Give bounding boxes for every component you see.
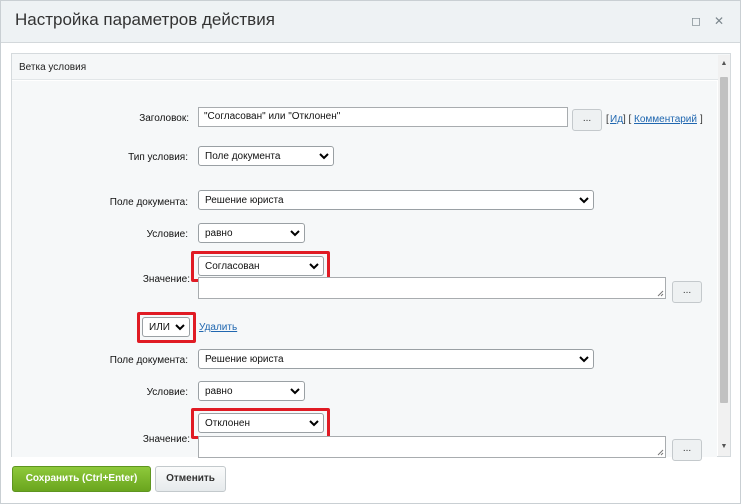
condition2-value-label: Значение: [142, 434, 190, 445]
cancel-button[interactable]: Отменить [155, 466, 226, 492]
chevron-down-icon [319, 153, 329, 160]
action-settings-dialog: Настройка параметров действия ◻ ✕ Ветка … [0, 0, 741, 504]
section-header: Ветка условия [12, 54, 730, 80]
links-close-bracket: ] [700, 114, 703, 125]
dialog-titlebar: Настройка параметров действия ◻ ✕ [1, 1, 740, 43]
delete-condition-link[interactable]: Удалить [199, 322, 237, 333]
condition1-value-select[interactable]: Согласован [198, 256, 324, 276]
condition1-value-value: Согласован [205, 261, 260, 272]
section-title: Ветка условия [19, 62, 87, 73]
title-dots-button[interactable]: ... [572, 109, 602, 131]
links-mid-bracket: ] [ [623, 114, 632, 125]
condition1-operator-select[interactable]: равно [198, 223, 305, 243]
scrollbar-thumb[interactable] [720, 77, 728, 403]
condition1-dots-button[interactable]: ... [672, 281, 702, 303]
condition2-field-label: Поле документа: [109, 355, 188, 366]
condition1-value-textarea[interactable] [198, 277, 666, 299]
dialog-title: Настройка параметров действия [15, 10, 275, 29]
condition2-dots-button[interactable]: ... [672, 439, 702, 461]
condition1-value-label: Значение: [142, 274, 190, 285]
content-panel: Ветка условия Заголовок: "Согласован" ил… [11, 53, 731, 461]
condition2-value-textarea[interactable] [198, 436, 666, 458]
condition-type-value: Поле документа [205, 151, 281, 162]
condition2-field-select[interactable]: Решение юриста [198, 349, 594, 369]
title-input[interactable]: "Согласован" или "Отклонен" [198, 107, 568, 127]
save-button[interactable]: Сохранить (Ctrl+Enter) [12, 466, 151, 492]
chevron-down-icon [309, 263, 319, 270]
resize-grip-icon[interactable] [657, 449, 664, 456]
resize-grip-icon[interactable] [657, 290, 664, 297]
joiner-operator-value: ИЛИ [149, 322, 170, 333]
id-link[interactable]: Ид [610, 114, 623, 125]
condition1-field-label: Поле документа: [109, 197, 188, 208]
condition1-operator-label: Условие: [146, 229, 188, 240]
condition2-field-value: Решение юриста [205, 354, 284, 365]
chevron-down-icon [579, 197, 589, 204]
condition2-operator-select[interactable]: равно [198, 381, 305, 401]
minimize-icon[interactable]: ◻ [689, 14, 703, 28]
chevron-down-icon [309, 420, 319, 427]
condition-type-select[interactable]: Поле документа [198, 146, 334, 166]
condition2-value-select[interactable]: Отклонен [198, 413, 324, 433]
condition2-operator-label: Условие: [146, 387, 188, 398]
chevron-down-icon [175, 324, 185, 331]
chevron-down-icon [579, 356, 589, 363]
condition2-value-value: Отклонен [205, 418, 250, 429]
comment-link[interactable]: Комментарий [634, 114, 697, 125]
chevron-down-icon [290, 388, 300, 395]
joiner-operator-select[interactable]: ИЛИ [142, 317, 190, 337]
scroll-down-icon[interactable]: ▼ [720, 443, 728, 451]
title-label: Заголовок: [139, 113, 189, 124]
condition2-operator-value: равно [205, 386, 233, 397]
condition-type-label: Тип условия: [128, 152, 188, 163]
condition1-field-value: Решение юриста [205, 195, 284, 206]
vertical-scrollbar[interactable]: ▲ ▼ [718, 55, 730, 456]
form-area: Заголовок: "Согласован" или "Отклонен" .… [12, 81, 717, 461]
scroll-up-icon[interactable]: ▲ [720, 60, 728, 68]
chevron-down-icon [290, 230, 300, 237]
close-icon[interactable]: ✕ [712, 14, 726, 28]
condition1-field-select[interactable]: Решение юриста [198, 190, 594, 210]
condition1-operator-value: равно [205, 228, 233, 239]
links-open-bracket: [ [606, 114, 609, 125]
